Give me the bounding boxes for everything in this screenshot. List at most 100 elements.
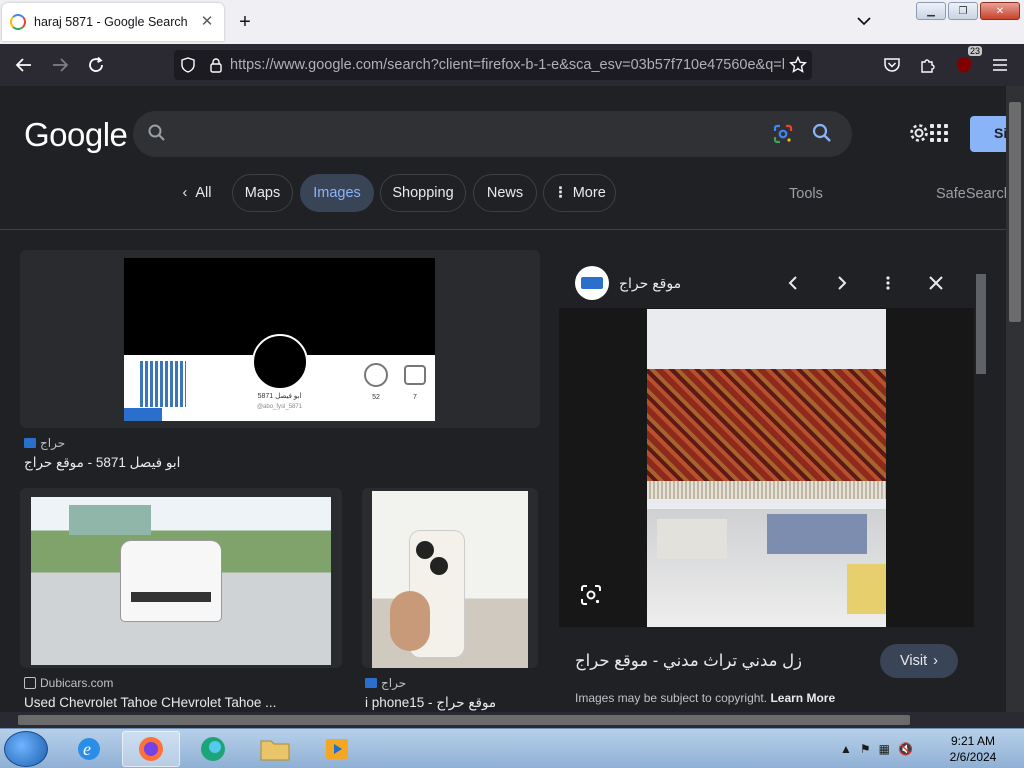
chip-images[interactable]: Images [300, 174, 374, 212]
url-text[interactable]: https://www.google.com/search?client=fir… [230, 57, 784, 73]
volume-muted-icon[interactable]: 🔇 [898, 742, 913, 756]
search-submit-icon[interactable] [811, 122, 835, 146]
tab-title: haraj 5871 - Google Search [34, 15, 188, 29]
followers-icon [364, 363, 388, 387]
url-path: /search?client=firefox-b-1-e&sca_esv=03b… [383, 57, 784, 73]
copyright-text: Images may be subject to copyright. [575, 691, 768, 705]
show-hidden-icons-chevron-up-icon[interactable]: ▲ [840, 742, 852, 756]
back-arrow-icon[interactable] [10, 52, 38, 78]
edge-icon[interactable] [184, 731, 242, 767]
forward-arrow-icon[interactable] [46, 52, 74, 78]
settings-gear-icon[interactable] [908, 122, 930, 144]
google-favicon-icon [10, 14, 26, 30]
network-icon[interactable]: ▦ [879, 742, 890, 756]
lock-icon[interactable] [202, 57, 230, 73]
extension-badge-count: 23 [967, 46, 982, 56]
learn-more-link[interactable]: Learn More [770, 691, 835, 705]
more-vert-icon: ⋮ [553, 185, 568, 201]
google-apps-grid-icon[interactable] [930, 124, 948, 142]
qr-code-image [140, 361, 186, 407]
close-preview-icon[interactable] [925, 272, 947, 294]
window-close-button[interactable]: ✕ [980, 2, 1020, 20]
visit-button[interactable]: Visit › [880, 644, 958, 678]
more-options-vert-icon[interactable] [877, 272, 899, 294]
preview-title[interactable]: زل مدني تراث مدني - موقع حراج [575, 651, 802, 671]
search-icon [147, 123, 169, 145]
address-bar[interactable]: https://www.google.com/search?client=fir… [174, 50, 812, 80]
internet-explorer-icon[interactable]: e [60, 731, 118, 767]
clock-time: 9:21 AM [950, 734, 996, 748]
hamburger-menu-icon[interactable] [986, 52, 1014, 78]
chip-news[interactable]: News [473, 174, 537, 212]
list-all-tabs-chevron-down-icon[interactable] [853, 10, 875, 32]
chip-more-label: More [572, 185, 606, 201]
result-title[interactable]: ابو فيصل 5871 - موقع حراج [24, 455, 524, 471]
next-chevron-right-icon[interactable] [830, 272, 852, 294]
tab-close-icon[interactable]: ✕ [198, 13, 216, 31]
restore-button[interactable]: ❐ [948, 2, 978, 20]
chip-shopping[interactable]: Shopping [380, 174, 466, 212]
haraj-site-logo[interactable] [575, 266, 609, 300]
haraj-favicon-icon [365, 678, 377, 688]
result-source-label: Dubicars.com [40, 676, 114, 690]
chip-all[interactable]: ‹ All [170, 174, 224, 212]
svg-text:e: e [83, 739, 91, 759]
safesearch-button[interactable]: SafeSearch [936, 186, 1006, 202]
chip-more[interactable]: ⋮ More [543, 174, 616, 212]
previous-chevron-left-icon[interactable] [783, 272, 805, 294]
start-button[interactable] [4, 731, 48, 767]
result-source-label: حراج [40, 436, 66, 450]
system-clock[interactable]: 9:21 AM 2/6/2024 [940, 733, 1006, 765]
bookmark-star-icon[interactable] [784, 56, 812, 74]
minimize-button[interactable]: ▁ [916, 2, 946, 20]
sign-in-button[interactable]: Si [970, 116, 1006, 152]
file-explorer-folder-icon[interactable] [246, 731, 304, 767]
result-title[interactable]: i phone15 - موقع حراج [365, 695, 535, 711]
tracking-protection-shield-icon[interactable] [174, 57, 202, 73]
horizontal-scroll-thumb[interactable] [18, 715, 910, 725]
action-center-flag-icon[interactable]: ⚑ [860, 742, 871, 756]
thumb-profile-name: ابو فيصل 5871 [257, 393, 302, 400]
page-vertical-scrollbar[interactable] [1006, 86, 1024, 712]
result-thumbnail[interactable] [362, 488, 538, 668]
google-logo[interactable]: Google [24, 116, 128, 154]
search-input[interactable] [177, 121, 757, 147]
preview-image[interactable] [647, 309, 886, 627]
result-source[interactable]: حراج [365, 676, 406, 690]
tools-button[interactable]: Tools [789, 186, 823, 202]
result-thumbnail[interactable] [20, 488, 342, 668]
chevron-left-icon: ‹ [182, 185, 188, 201]
preview-scrollbar[interactable] [974, 258, 988, 712]
browser-titlebar: haraj 5871 - Google Search ✕ + ▁ ❐ ✕ [0, 0, 1024, 44]
result-source-label: حراج [381, 676, 407, 690]
reload-icon[interactable] [82, 52, 110, 78]
visit-label: Visit [900, 653, 928, 669]
result-title[interactable]: Used Chevrolet Tahoe CHevrolet Tahoe ... [24, 695, 324, 710]
header-divider [0, 229, 1006, 230]
preview-site-name[interactable]: موقع حراج [619, 275, 681, 292]
pocket-icon[interactable] [878, 52, 906, 78]
windows-taskbar: e ▲ ⚑ ▦ 🔇 9:21 AM 2/6/2024 [0, 728, 1024, 768]
preview-footer: زل مدني تراث مدني - موقع حراج Visit › Im… [559, 627, 974, 712]
search-inside-image-lens-icon[interactable] [579, 583, 603, 607]
page-horizontal-scrollbar[interactable] [0, 712, 1024, 728]
result-thumbnail[interactable]: ابو فيصل 5871 @abo_fysl_5871 52 7 [20, 250, 540, 428]
vertical-scroll-thumb[interactable] [1009, 102, 1021, 322]
search-box[interactable] [133, 111, 852, 157]
preview-header: موقع حراج [559, 258, 974, 308]
dubicars-favicon-icon [24, 677, 36, 689]
result-source[interactable]: Dubicars.com [24, 676, 113, 690]
image-preview-panel: موقع حراج زل مدني تراث مدني - موقع حراج … [559, 258, 974, 712]
firefox-icon[interactable] [122, 731, 180, 767]
google-lens-icon[interactable] [771, 122, 795, 146]
url-host: https://www.google.com [230, 57, 384, 73]
chip-maps[interactable]: Maps [232, 174, 293, 212]
haraj-favicon-icon [24, 438, 36, 448]
ublock-extension-icon[interactable]: 23 [950, 46, 982, 78]
media-player-icon[interactable] [308, 731, 366, 767]
browser-tab[interactable]: haraj 5871 - Google Search ✕ [2, 3, 224, 41]
extensions-puzzle-icon[interactable] [914, 52, 942, 78]
new-tab-button[interactable]: + [233, 10, 257, 34]
google-images-page: Google Si ‹ All Maps Images Shopping New… [0, 86, 1006, 712]
result-source[interactable]: حراج [24, 436, 65, 450]
